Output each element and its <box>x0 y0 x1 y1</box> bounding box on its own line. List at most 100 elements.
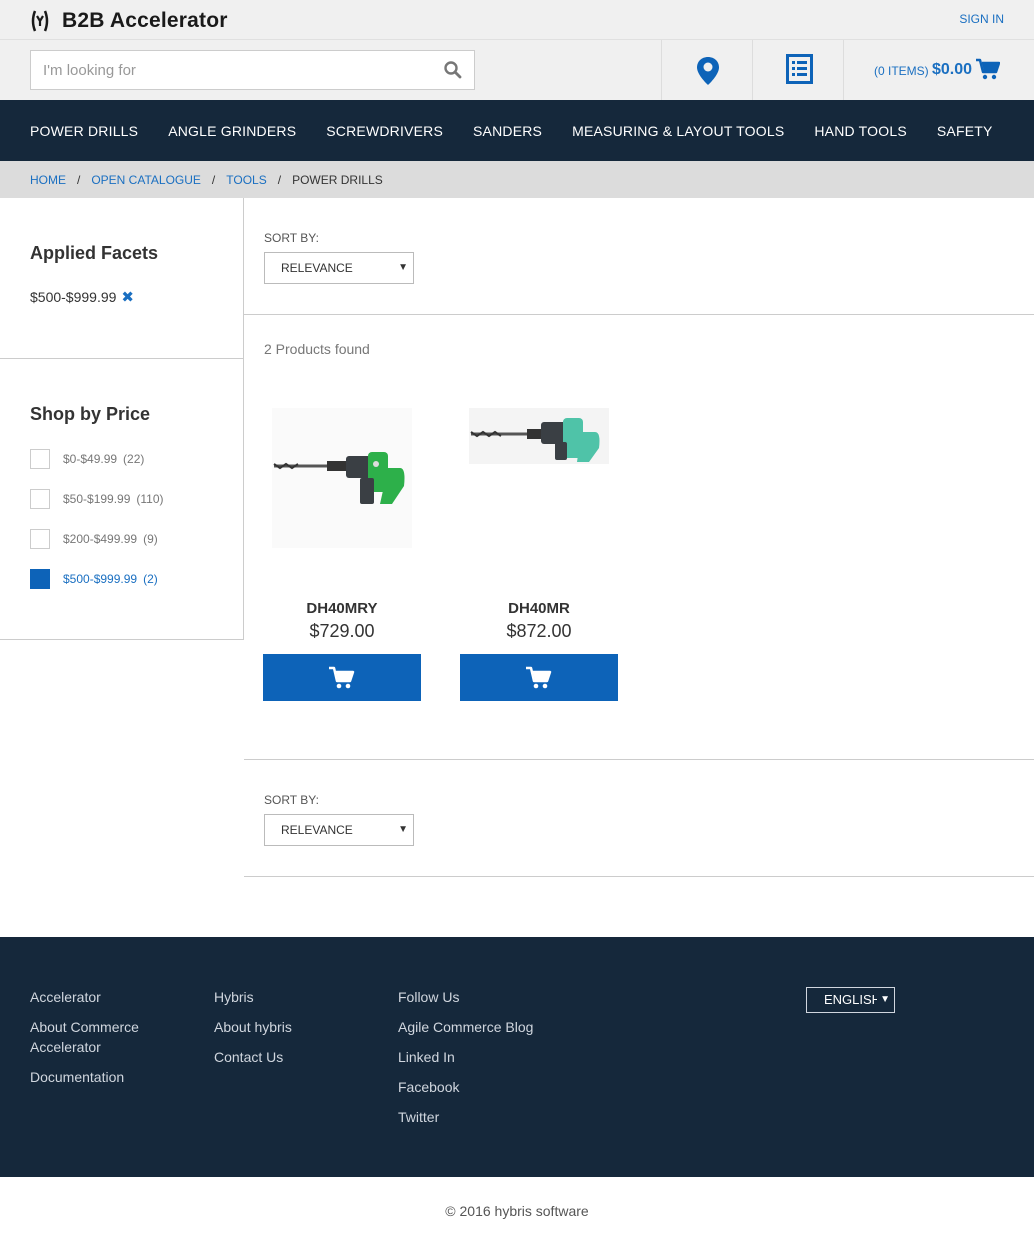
price-facet-item[interactable]: $50-$199.99 (110) <box>30 489 164 509</box>
price-facet-count: (9) <box>143 532 158 546</box>
divider <box>244 759 1034 760</box>
breadcrumb: HOME / OPEN CATALOGUE / TOOLS / POWER DR… <box>0 161 1034 198</box>
footer-column-accelerator: Accelerator About Commerce Accelerator D… <box>30 987 170 1097</box>
applied-facets-title: Applied Facets <box>30 243 159 263</box>
breadcrumb-tools[interactable]: TOOLS <box>226 173 266 187</box>
footer-column-follow-us: Follow Us Agile Commerce Blog Linked In … <box>398 987 578 1137</box>
breadcrumb-current: POWER DRILLS <box>292 172 383 187</box>
footer-column-hybris: Hybris About hybris Contact Us <box>214 987 354 1077</box>
language-value: ENGLISH <box>824 992 882 1007</box>
shop-by-price-panel: Shop by Price $0-$49.99 (22) $50-$199.99… <box>0 359 244 640</box>
search-input[interactable] <box>31 51 421 89</box>
quick-order-button[interactable] <box>752 40 844 100</box>
facet-sidebar: Applied Facets $500-$999.99 ✖ Shop by Pr… <box>0 198 244 640</box>
remove-facet-icon[interactable]: ✖ <box>121 288 134 306</box>
price-facet-item[interactable]: $500-$999.99 (2) <box>30 569 158 589</box>
add-to-cart-button[interactable] <box>460 654 618 701</box>
nav-item-measuring-layout-tools[interactable]: MEASURING & LAYOUT TOOLS <box>572 123 784 139</box>
location-pin-icon <box>697 57 719 85</box>
footer-link[interactable]: Accelerator <box>30 987 170 1007</box>
price-facet-label: $500-$999.99 <box>63 572 138 586</box>
breadcrumb-separator: / <box>277 172 282 187</box>
footer-link[interactable]: Twitter <box>398 1107 578 1127</box>
footer-link[interactable]: About Commerce Accelerator <box>30 1017 170 1057</box>
price-facet-count: (2) <box>143 572 158 586</box>
footer: Accelerator About Commerce Accelerator D… <box>0 937 1034 1177</box>
add-to-cart-button[interactable] <box>263 654 421 701</box>
dropdown-arrow-icon: ▼ <box>398 824 408 835</box>
price-facet-label: $200-$499.99 <box>63 532 138 546</box>
footer-link[interactable]: About hybris <box>214 1017 354 1037</box>
cart-item-count: (0 ITEMS) <box>874 64 929 78</box>
price-facet-count: (22) <box>123 452 145 466</box>
shop-by-price-title: Shop by Price <box>30 404 151 424</box>
mini-cart[interactable]: (0 ITEMS) $0.00 <box>843 40 1034 100</box>
applied-facet-value: $500-$999.99 <box>30 289 117 305</box>
copyright: © 2016 hybris software <box>445 1203 589 1219</box>
sort-by-label: SORT BY: <box>264 231 319 245</box>
products-found-count: 2 Products found <box>264 341 370 357</box>
dropdown-arrow-icon: ▼ <box>398 262 408 273</box>
product-image[interactable] <box>272 408 412 548</box>
breadcrumb-open-catalogue[interactable]: OPEN CATALOGUE <box>91 173 201 187</box>
price-facet-count: (110) <box>136 492 164 506</box>
search-icon[interactable] <box>444 61 462 79</box>
footer-link[interactable]: Hybris <box>214 987 354 1007</box>
divider <box>244 314 1034 315</box>
dropdown-arrow-icon: ▼ <box>877 988 890 1012</box>
nav-item-sanders[interactable]: SANDERS <box>473 123 542 139</box>
nav-item-power-drills[interactable]: POWER DRILLS <box>30 123 138 139</box>
product-card: DH40MR $872.00 <box>460 408 618 701</box>
footer-link[interactable]: Agile Commerce Blog <box>398 1017 578 1037</box>
price-checkbox[interactable] <box>30 489 50 509</box>
search-box <box>30 50 475 90</box>
divider <box>244 876 1034 877</box>
store-finder-button[interactable] <box>661 40 753 100</box>
footer-link[interactable]: Documentation <box>30 1067 170 1087</box>
language-select[interactable]: ENGLISH ▼ <box>806 987 895 1013</box>
applied-facets-panel: Applied Facets $500-$999.99 ✖ <box>0 198 244 359</box>
product-card: DH40MRY $729.00 <box>263 408 421 701</box>
sign-in-link[interactable]: SIGN IN <box>959 12 1004 26</box>
search-row: (0 ITEMS) $0.00 <box>0 40 1034 100</box>
price-facet-item[interactable]: $0-$49.99 (22) <box>30 449 144 469</box>
breadcrumb-separator: / <box>77 172 81 187</box>
breadcrumb-separator: / <box>211 172 216 187</box>
product-name[interactable]: DH40MR <box>460 600 618 617</box>
footer-link[interactable]: Linked In <box>398 1047 578 1067</box>
product-price: $872.00 <box>506 621 572 641</box>
nav-item-safety[interactable]: SAFETY <box>937 123 993 139</box>
sort-by-select[interactable]: RELEVANCE ▼ <box>264 252 414 284</box>
rotary-hammer-image <box>272 408 412 548</box>
hybris-logo-icon <box>31 10 49 32</box>
nav-item-hand-tools[interactable]: HAND TOOLS <box>814 123 907 139</box>
applied-facet: $500-$999.99 ✖ <box>30 288 134 306</box>
price-checkbox-checked[interactable] <box>30 569 50 589</box>
product-name[interactable]: DH40MRY <box>263 600 421 617</box>
sort-by-value: RELEVANCE <box>281 823 353 837</box>
footer-link[interactable]: Contact Us <box>214 1047 354 1067</box>
price-facet-item[interactable]: $200-$499.99 (9) <box>30 529 158 549</box>
rotary-hammer-image <box>469 408 609 464</box>
nav-item-screwdrivers[interactable]: SCREWDRIVERS <box>326 123 443 139</box>
price-facet-label: $50-$199.99 <box>63 492 131 506</box>
cart-icon <box>329 666 355 688</box>
main-nav: POWER DRILLS ANGLE GRINDERS SCREWDRIVERS… <box>0 100 1034 161</box>
list-icon <box>786 54 813 84</box>
sort-by-label: SORT BY: <box>264 793 319 807</box>
footer-link[interactable]: Follow Us <box>398 987 578 1007</box>
sort-by-value: RELEVANCE <box>281 261 353 275</box>
product-image[interactable] <box>469 408 609 548</box>
product-price: $729.00 <box>309 621 375 641</box>
logo[interactable]: B2B Accelerator <box>30 9 228 33</box>
sort-by-select[interactable]: RELEVANCE ▼ <box>264 814 414 846</box>
cart-icon <box>526 666 552 688</box>
footer-link[interactable]: Facebook <box>398 1077 578 1097</box>
price-checkbox[interactable] <box>30 449 50 469</box>
breadcrumb-home[interactable]: HOME <box>30 173 66 187</box>
price-facet-label: $0-$49.99 <box>63 452 118 466</box>
cart-total: $0.00 <box>932 61 973 78</box>
cart-icon <box>976 58 1000 80</box>
nav-item-angle-grinders[interactable]: ANGLE GRINDERS <box>168 123 296 139</box>
price-checkbox[interactable] <box>30 529 50 549</box>
